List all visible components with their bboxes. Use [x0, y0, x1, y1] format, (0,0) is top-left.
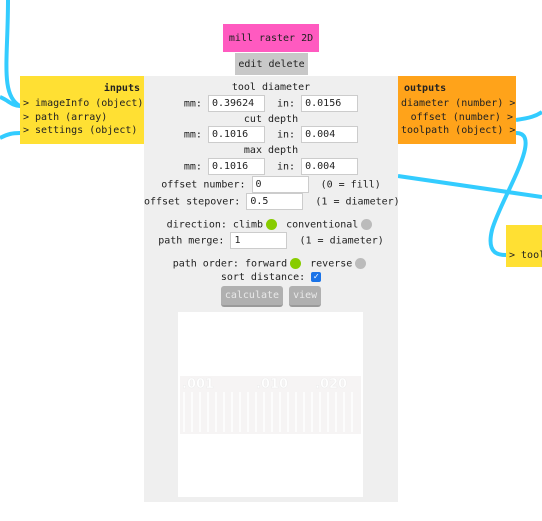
cut-depth-mm-input[interactable]	[207, 126, 265, 143]
conventional-label: conventional	[286, 219, 359, 231]
offset-number-hint: (0 = fill)	[320, 179, 381, 191]
forward-radio[interactable]	[290, 258, 302, 269]
view-button[interactable]: view	[289, 286, 322, 307]
conventional-radio[interactable]	[361, 219, 373, 230]
wire-settings	[0, 131, 21, 140]
cut-depth-label: cut depth	[243, 114, 299, 125]
offset-stepover-label: offset stepover:	[144, 196, 241, 208]
climb-radio[interactable]	[266, 219, 278, 230]
path-merge-hint: (1 = diameter)	[299, 235, 384, 247]
mm-label: mm:	[183, 161, 202, 173]
input-port-settings[interactable]: > settings (object)	[20, 124, 144, 138]
in-label: in:	[277, 129, 296, 141]
node-actions: edit delete	[235, 53, 308, 75]
preview-label: .010	[256, 377, 288, 392]
calculate-button[interactable]: calculate	[220, 286, 284, 307]
mm-label: mm:	[183, 98, 202, 110]
preview-label: .001	[182, 377, 214, 392]
preview-label: .020	[315, 377, 347, 392]
inputs-panel: inputs > imageInfo (object) > path (arra…	[20, 76, 144, 144]
sort-distance-label: sort distance:	[220, 272, 306, 283]
direction-label: direction:	[166, 219, 227, 231]
delete-button[interactable]: delete	[268, 59, 304, 70]
inputs-header: inputs	[103, 83, 140, 94]
node-title[interactable]: mill raster 2D	[223, 24, 319, 52]
cut-depth-in-input[interactable]	[301, 126, 359, 143]
sort-distance-checkbox[interactable]: ✓	[311, 272, 322, 282]
mm-label: mm:	[183, 129, 202, 141]
toolpath-preview: .001 .010 .020	[178, 312, 363, 497]
downstream-node: > tool	[506, 225, 542, 267]
offset-stepover-hint: (1 = diameter)	[315, 196, 400, 208]
wire-cross	[397, 174, 542, 199]
max-depth-in-input[interactable]	[301, 158, 359, 175]
reverse-label: reverse	[310, 258, 353, 270]
offset-stepover-input[interactable]	[246, 193, 304, 210]
outputs-panel: outputs diameter (number) > offset (numb…	[398, 76, 516, 144]
reverse-radio[interactable]	[355, 258, 367, 269]
in-label: in:	[277, 161, 296, 173]
in-label: in:	[277, 98, 296, 110]
output-port-toolpath[interactable]: toolpath (object) >	[398, 124, 516, 138]
tool-diameter-label: tool diameter	[231, 82, 311, 93]
output-port-offset[interactable]: offset (number) >	[398, 111, 516, 125]
offset-number-label: offset number:	[161, 179, 246, 191]
path-merge-label: path merge:	[158, 235, 225, 247]
tool-diameter-mm-input[interactable]	[207, 95, 265, 112]
max-depth-mm-input[interactable]	[207, 158, 265, 175]
tool-diameter-in-input[interactable]	[301, 95, 359, 112]
outputs-header: outputs	[404, 83, 447, 94]
path-order-label: path order:	[172, 258, 239, 270]
edit-button[interactable]: edit	[238, 59, 262, 70]
path-merge-input[interactable]	[230, 232, 288, 249]
offset-number-input[interactable]	[251, 176, 309, 193]
forward-label: forward	[244, 258, 288, 270]
climb-label: climb	[232, 219, 264, 231]
output-port-diameter[interactable]: diameter (number) >	[398, 97, 516, 111]
downstream-input-port[interactable]: > tool	[506, 249, 542, 263]
preview-image: .001 .010 .020	[180, 376, 361, 434]
wire-offset	[515, 110, 542, 122]
max-depth-label: max depth	[243, 145, 299, 156]
input-port-imageinfo[interactable]: > imageInfo (object)	[20, 97, 144, 111]
input-port-path[interactable]: > path (array)	[20, 111, 144, 125]
wire-imageinfo	[4, 0, 22, 108]
